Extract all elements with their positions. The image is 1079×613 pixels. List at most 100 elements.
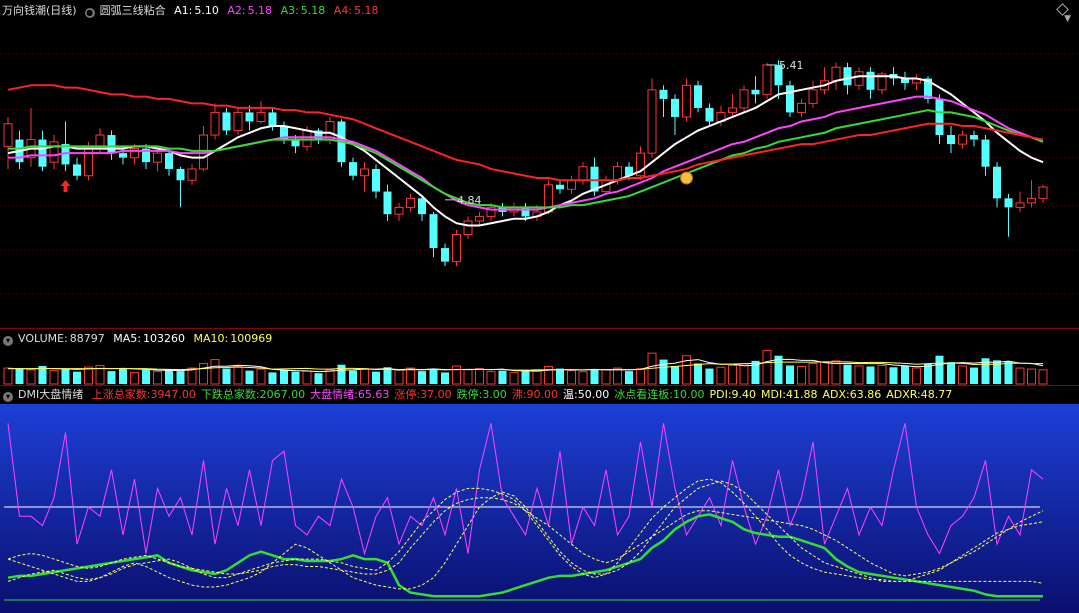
candle-body: [107, 135, 116, 154]
chevron-down-icon[interactable]: ▾: [3, 392, 13, 402]
dmi-item: 温:50.00: [563, 388, 609, 401]
volume-bar: [406, 367, 415, 385]
volume-bar: [831, 360, 841, 385]
candle-body: [671, 98, 679, 117]
volume-bar: [372, 371, 380, 384]
series-line-a3: [8, 109, 1044, 209]
volume-bar: [556, 368, 564, 384]
dmi-item-value: 3.00: [482, 388, 507, 401]
candle-body: [406, 197, 415, 208]
volume-bar: [268, 372, 277, 384]
candle-body: [808, 89, 818, 104]
candle-body: [786, 85, 794, 113]
dmi-item-label: 跌停:: [456, 388, 483, 401]
volume-bar: [26, 369, 36, 385]
volume-header: ▾ VOLUME: 88797 MA5: 103260 MA10: 100969: [0, 330, 277, 347]
stock-name[interactable]: 万向钱潮(日线): [2, 4, 77, 17]
price-chart[interactable]: 5.41 4.84: [0, 18, 1079, 328]
dmi-item-value: 10.00: [672, 388, 705, 401]
dmi-item: 冰点看连板:10.00: [614, 388, 704, 401]
volume-bar: [728, 364, 737, 385]
volume-bar: [1027, 368, 1036, 385]
chevron-down-icon[interactable]: ▾: [3, 336, 13, 346]
candle-body: [302, 130, 312, 147]
candle-body: [993, 166, 1001, 199]
volume-bar: [578, 371, 588, 385]
candle-body: [452, 234, 461, 263]
candle-body: [647, 89, 657, 154]
volume-bar: [854, 365, 864, 385]
annotation-label: 4.84: [457, 194, 482, 207]
volume-bar: [877, 364, 887, 385]
candle-body: [95, 134, 105, 147]
volume-bar: [245, 370, 254, 384]
volume-bar: [521, 371, 530, 384]
a4-value: 5.18: [354, 4, 379, 17]
dmi-item: PDI:9.40: [709, 388, 756, 401]
indicator-name[interactable]: 圆弧三线粘合: [100, 4, 166, 17]
a3-value: 5.18: [300, 4, 326, 17]
candle-body: [245, 112, 254, 122]
volume-bar: [360, 368, 369, 385]
volume-bar: [1038, 369, 1048, 385]
volume-bar: [1004, 361, 1013, 384]
dmi-item-label: 涨停:: [394, 388, 421, 401]
dmi-item-label: ADX:: [822, 388, 850, 401]
volume-bar: [958, 365, 967, 385]
dmi-item-label: 沸:: [511, 388, 527, 401]
dmi-item-value: 41.88: [785, 388, 818, 401]
candle-body: [233, 111, 243, 132]
dmi-item: ADX:63.86: [822, 388, 881, 401]
candle-body: [1004, 198, 1013, 208]
candle-body: [349, 162, 357, 176]
dmi-item-value: 90.00: [526, 388, 559, 401]
volume-bar: [509, 372, 519, 385]
candle-body: [176, 168, 185, 181]
volume-bar: [889, 367, 898, 384]
volume-bar: [786, 365, 794, 384]
candle-body: [3, 123, 13, 147]
dmi-chart[interactable]: [0, 404, 1079, 613]
volume-chart[interactable]: [0, 346, 1079, 385]
volume-bar: [165, 369, 173, 384]
volume-bar: [947, 362, 955, 384]
a3-label: A3:: [280, 4, 299, 17]
dmi-item-label: MDI:: [761, 388, 786, 401]
volume-bar: [590, 369, 599, 384]
candle-body: [372, 168, 380, 192]
dmi-item-label: 温:: [563, 388, 578, 401]
candle-body: [947, 135, 955, 145]
candle-body: [854, 71, 864, 86]
dmi-item: 大盘情绪:65.63: [310, 388, 389, 401]
volume-label: VOLUME:: [18, 332, 68, 345]
a1-value: 5.10: [194, 4, 219, 17]
volume-bar: [659, 359, 668, 384]
ma5-value: 103260: [143, 332, 186, 345]
candle-body: [268, 112, 277, 126]
volume-bar: [314, 373, 323, 384]
volume-bar: [337, 364, 346, 384]
volume-bar: [394, 369, 404, 385]
pane-divider[interactable]: [0, 328, 1079, 329]
volume-bar: [176, 371, 185, 384]
volume-bar: [256, 368, 266, 385]
volume-bar: [3, 367, 13, 385]
volume-bar: [61, 369, 70, 384]
candle-body: [659, 89, 668, 99]
volume-bar: [498, 370, 507, 384]
volume-ma-line-ma10: [8, 361, 1043, 371]
dmi-item-value: 63.86: [849, 388, 882, 401]
candle-body: [958, 134, 967, 145]
volume-bar: [671, 366, 679, 384]
settings-icon[interactable]: ●: [84, 8, 95, 18]
volume-bar: [797, 366, 806, 385]
volume-bar: [325, 369, 335, 385]
dmi-item-value: 2067.00: [259, 388, 306, 401]
candle-body: [694, 85, 702, 108]
dmi-item: 跌停:3.00: [457, 388, 507, 401]
dmi-item: 下跌总家数:2067.00: [201, 388, 305, 401]
candle-body: [84, 145, 93, 177]
dmi-item-label: PDI:: [709, 388, 732, 401]
volume-bar: [935, 355, 944, 384]
volume-bar: [418, 371, 426, 384]
